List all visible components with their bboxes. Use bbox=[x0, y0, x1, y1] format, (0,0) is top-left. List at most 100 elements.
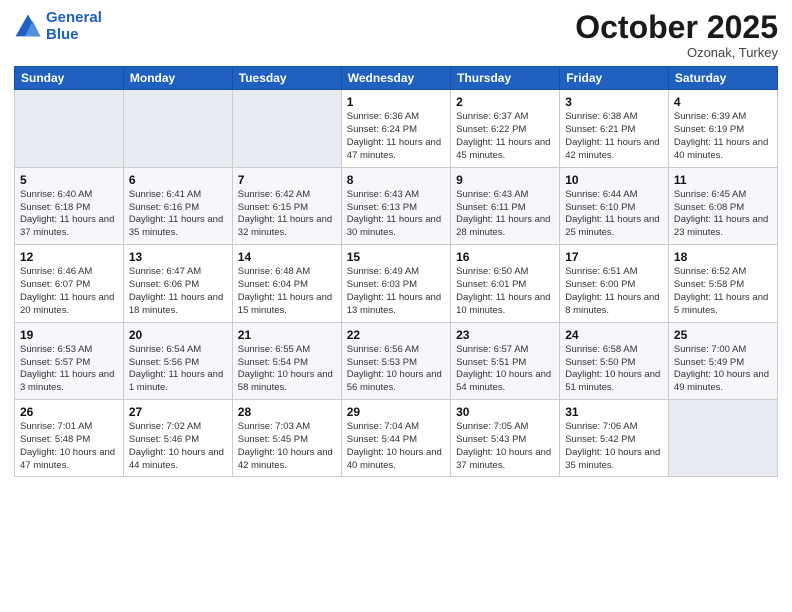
day-info: Sunrise: 7:05 AMSunset: 5:43 PMDaylight:… bbox=[456, 421, 551, 470]
day-number: 23 bbox=[456, 327, 554, 343]
calendar-cell: 16Sunrise: 6:50 AMSunset: 6:01 PMDayligh… bbox=[451, 245, 560, 322]
calendar-cell bbox=[232, 90, 341, 167]
day-number: 13 bbox=[129, 249, 227, 265]
calendar-cell: 14Sunrise: 6:48 AMSunset: 6:04 PMDayligh… bbox=[232, 245, 341, 322]
day-number: 3 bbox=[565, 94, 663, 110]
day-info: Sunrise: 6:43 AMSunset: 6:11 PMDaylight:… bbox=[456, 189, 550, 238]
day-number: 7 bbox=[238, 172, 336, 188]
day-info: Sunrise: 6:56 AMSunset: 5:53 PMDaylight:… bbox=[347, 344, 442, 393]
day-info: Sunrise: 6:53 AMSunset: 5:57 PMDaylight:… bbox=[20, 344, 114, 393]
logo-line2: Blue bbox=[46, 26, 79, 43]
calendar-week-row: 26Sunrise: 7:01 AMSunset: 5:48 PMDayligh… bbox=[15, 399, 778, 476]
title-block: October 2025 Ozonak, Turkey bbox=[575, 10, 778, 60]
weekday-header-row: SundayMondayTuesdayWednesdayThursdayFrid… bbox=[15, 67, 778, 90]
calendar-cell: 13Sunrise: 6:47 AMSunset: 6:06 PMDayligh… bbox=[123, 245, 232, 322]
calendar-cell: 15Sunrise: 6:49 AMSunset: 6:03 PMDayligh… bbox=[341, 245, 450, 322]
day-number: 11 bbox=[674, 172, 772, 188]
day-number: 19 bbox=[20, 327, 118, 343]
calendar-week-row: 5Sunrise: 6:40 AMSunset: 6:18 PMDaylight… bbox=[15, 167, 778, 244]
day-number: 6 bbox=[129, 172, 227, 188]
weekday-header-monday: Monday bbox=[123, 67, 232, 90]
day-info: Sunrise: 6:40 AMSunset: 6:18 PMDaylight:… bbox=[20, 189, 114, 238]
day-number: 1 bbox=[347, 94, 445, 110]
day-info: Sunrise: 7:03 AMSunset: 5:45 PMDaylight:… bbox=[238, 421, 333, 470]
calendar-cell: 10Sunrise: 6:44 AMSunset: 6:10 PMDayligh… bbox=[560, 167, 669, 244]
day-number: 10 bbox=[565, 172, 663, 188]
weekday-header-thursday: Thursday bbox=[451, 67, 560, 90]
calendar-cell: 9Sunrise: 6:43 AMSunset: 6:11 PMDaylight… bbox=[451, 167, 560, 244]
calendar-cell: 4Sunrise: 6:39 AMSunset: 6:19 PMDaylight… bbox=[668, 90, 777, 167]
location: Ozonak, Turkey bbox=[575, 45, 778, 60]
day-info: Sunrise: 7:04 AMSunset: 5:44 PMDaylight:… bbox=[347, 421, 442, 470]
day-number: 18 bbox=[674, 249, 772, 265]
calendar-cell bbox=[123, 90, 232, 167]
day-info: Sunrise: 6:58 AMSunset: 5:50 PMDaylight:… bbox=[565, 344, 660, 393]
day-info: Sunrise: 7:06 AMSunset: 5:42 PMDaylight:… bbox=[565, 421, 660, 470]
day-number: 8 bbox=[347, 172, 445, 188]
weekday-header-sunday: Sunday bbox=[15, 67, 124, 90]
day-number: 15 bbox=[347, 249, 445, 265]
day-number: 2 bbox=[456, 94, 554, 110]
weekday-header-tuesday: Tuesday bbox=[232, 67, 341, 90]
day-number: 27 bbox=[129, 404, 227, 420]
day-info: Sunrise: 6:36 AMSunset: 6:24 PMDaylight:… bbox=[347, 111, 441, 160]
calendar-cell bbox=[15, 90, 124, 167]
calendar-cell: 29Sunrise: 7:04 AMSunset: 5:44 PMDayligh… bbox=[341, 399, 450, 476]
day-info: Sunrise: 7:02 AMSunset: 5:46 PMDaylight:… bbox=[129, 421, 224, 470]
page: General Blue October 2025 Ozonak, Turkey… bbox=[0, 0, 792, 612]
calendar-cell: 8Sunrise: 6:43 AMSunset: 6:13 PMDaylight… bbox=[341, 167, 450, 244]
day-info: Sunrise: 6:38 AMSunset: 6:21 PMDaylight:… bbox=[565, 111, 659, 160]
day-info: Sunrise: 6:54 AMSunset: 5:56 PMDaylight:… bbox=[129, 344, 223, 393]
calendar-cell: 23Sunrise: 6:57 AMSunset: 5:51 PMDayligh… bbox=[451, 322, 560, 399]
calendar-cell bbox=[668, 399, 777, 476]
day-info: Sunrise: 6:57 AMSunset: 5:51 PMDaylight:… bbox=[456, 344, 551, 393]
day-number: 12 bbox=[20, 249, 118, 265]
calendar-cell: 1Sunrise: 6:36 AMSunset: 6:24 PMDaylight… bbox=[341, 90, 450, 167]
calendar-cell: 7Sunrise: 6:42 AMSunset: 6:15 PMDaylight… bbox=[232, 167, 341, 244]
calendar-cell: 18Sunrise: 6:52 AMSunset: 5:58 PMDayligh… bbox=[668, 245, 777, 322]
day-info: Sunrise: 6:51 AMSunset: 6:00 PMDaylight:… bbox=[565, 266, 659, 315]
calendar-cell: 5Sunrise: 6:40 AMSunset: 6:18 PMDaylight… bbox=[15, 167, 124, 244]
day-info: Sunrise: 6:44 AMSunset: 6:10 PMDaylight:… bbox=[565, 189, 659, 238]
day-number: 29 bbox=[347, 404, 445, 420]
day-number: 28 bbox=[238, 404, 336, 420]
day-number: 26 bbox=[20, 404, 118, 420]
day-info: Sunrise: 7:00 AMSunset: 5:49 PMDaylight:… bbox=[674, 344, 769, 393]
day-info: Sunrise: 6:46 AMSunset: 6:07 PMDaylight:… bbox=[20, 266, 114, 315]
day-info: Sunrise: 6:42 AMSunset: 6:15 PMDaylight:… bbox=[238, 189, 332, 238]
calendar-cell: 22Sunrise: 6:56 AMSunset: 5:53 PMDayligh… bbox=[341, 322, 450, 399]
calendar-cell: 21Sunrise: 6:55 AMSunset: 5:54 PMDayligh… bbox=[232, 322, 341, 399]
weekday-header-wednesday: Wednesday bbox=[341, 67, 450, 90]
calendar-cell: 3Sunrise: 6:38 AMSunset: 6:21 PMDaylight… bbox=[560, 90, 669, 167]
day-number: 25 bbox=[674, 327, 772, 343]
day-number: 16 bbox=[456, 249, 554, 265]
day-info: Sunrise: 6:50 AMSunset: 6:01 PMDaylight:… bbox=[456, 266, 550, 315]
day-info: Sunrise: 7:01 AMSunset: 5:48 PMDaylight:… bbox=[20, 421, 115, 470]
day-number: 24 bbox=[565, 327, 663, 343]
day-number: 20 bbox=[129, 327, 227, 343]
calendar-cell: 20Sunrise: 6:54 AMSunset: 5:56 PMDayligh… bbox=[123, 322, 232, 399]
calendar-cell: 30Sunrise: 7:05 AMSunset: 5:43 PMDayligh… bbox=[451, 399, 560, 476]
calendar: SundayMondayTuesdayWednesdayThursdayFrid… bbox=[14, 66, 778, 477]
calendar-cell: 17Sunrise: 6:51 AMSunset: 6:00 PMDayligh… bbox=[560, 245, 669, 322]
day-info: Sunrise: 6:49 AMSunset: 6:03 PMDaylight:… bbox=[347, 266, 441, 315]
day-info: Sunrise: 6:47 AMSunset: 6:06 PMDaylight:… bbox=[129, 266, 223, 315]
calendar-cell: 26Sunrise: 7:01 AMSunset: 5:48 PMDayligh… bbox=[15, 399, 124, 476]
calendar-week-row: 19Sunrise: 6:53 AMSunset: 5:57 PMDayligh… bbox=[15, 322, 778, 399]
day-number: 4 bbox=[674, 94, 772, 110]
logo-line1: General bbox=[46, 9, 102, 26]
day-number: 9 bbox=[456, 172, 554, 188]
day-number: 14 bbox=[238, 249, 336, 265]
day-info: Sunrise: 6:55 AMSunset: 5:54 PMDaylight:… bbox=[238, 344, 333, 393]
logo: General Blue bbox=[14, 10, 102, 43]
calendar-cell: 24Sunrise: 6:58 AMSunset: 5:50 PMDayligh… bbox=[560, 322, 669, 399]
day-number: 30 bbox=[456, 404, 554, 420]
calendar-cell: 25Sunrise: 7:00 AMSunset: 5:49 PMDayligh… bbox=[668, 322, 777, 399]
day-info: Sunrise: 6:45 AMSunset: 6:08 PMDaylight:… bbox=[674, 189, 768, 238]
day-number: 31 bbox=[565, 404, 663, 420]
calendar-week-row: 12Sunrise: 6:46 AMSunset: 6:07 PMDayligh… bbox=[15, 245, 778, 322]
calendar-cell: 6Sunrise: 6:41 AMSunset: 6:16 PMDaylight… bbox=[123, 167, 232, 244]
day-info: Sunrise: 6:48 AMSunset: 6:04 PMDaylight:… bbox=[238, 266, 332, 315]
logo-text: General Blue bbox=[46, 10, 102, 43]
day-number: 21 bbox=[238, 327, 336, 343]
